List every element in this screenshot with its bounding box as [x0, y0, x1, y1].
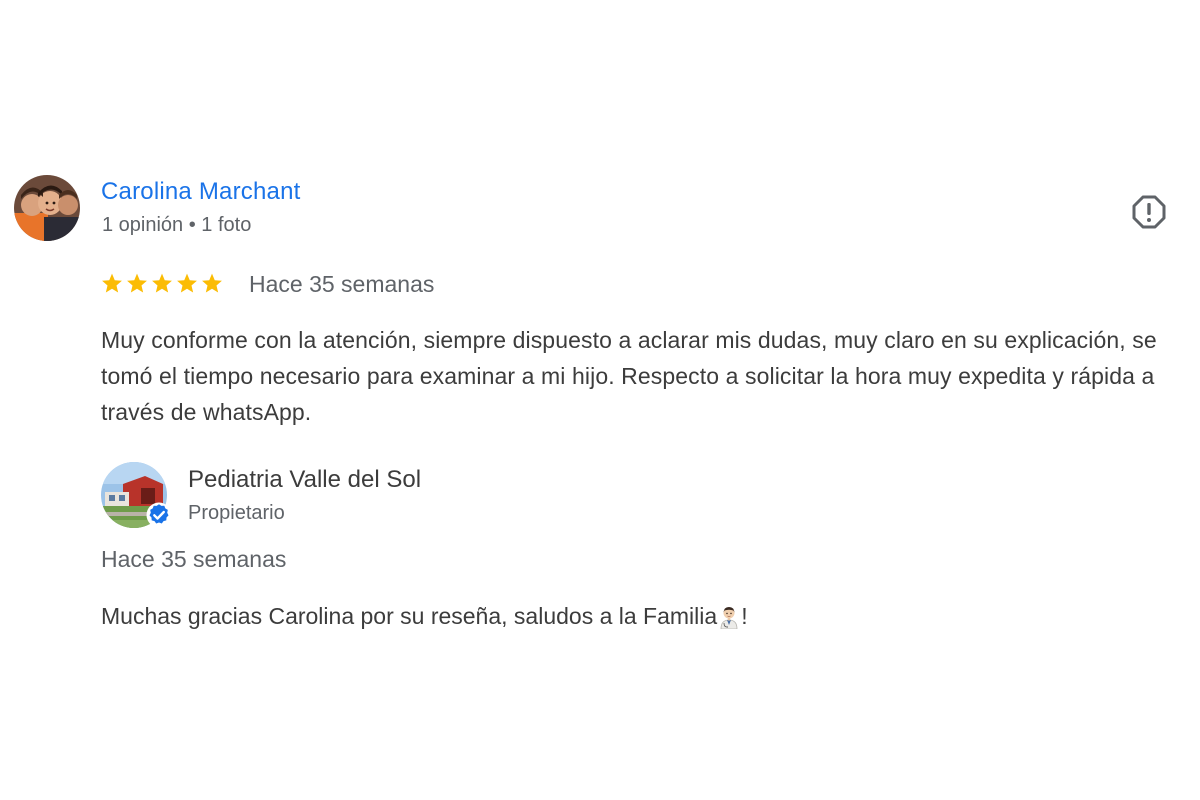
reviewer-avatar[interactable] — [14, 175, 80, 241]
reply-text: Muchas gracias Carolina por su reseña, s… — [101, 603, 748, 630]
review-date: Hace 35 semanas — [249, 271, 435, 297]
review-card: Carolina Marchant 1 opinión • 1 foto Hac… — [0, 0, 1200, 800]
star-icon — [127, 273, 147, 293]
report-icon — [1132, 195, 1166, 229]
reviewer-photo — [14, 175, 80, 241]
owner-name: Pediatria Valle del Sol — [188, 466, 422, 493]
reply-text-end: ! — [741, 603, 748, 629]
reviewer-name-link[interactable]: Carolina Marchant — [101, 178, 301, 206]
star-rating — [101, 272, 223, 294]
star-icon — [102, 273, 122, 293]
reviewer-meta: 1 opinión • 1 foto — [102, 214, 252, 236]
verified-check-icon — [146, 502, 172, 528]
report-review-button[interactable] — [1129, 192, 1169, 232]
reply-text-main: Muchas gracias Carolina por su reseña, s… — [101, 603, 718, 629]
star-icon — [202, 273, 222, 293]
reply-date: Hace 35 semanas — [101, 546, 287, 572]
star-icon — [152, 273, 172, 293]
owner-avatar[interactable] — [101, 462, 172, 528]
review-text: Muy conforme con la atención, siempre di… — [101, 327, 1157, 425]
owner-role-label: Propietario — [188, 502, 285, 524]
star-icon — [177, 273, 197, 293]
doctor-emoji-icon — [720, 606, 738, 629]
